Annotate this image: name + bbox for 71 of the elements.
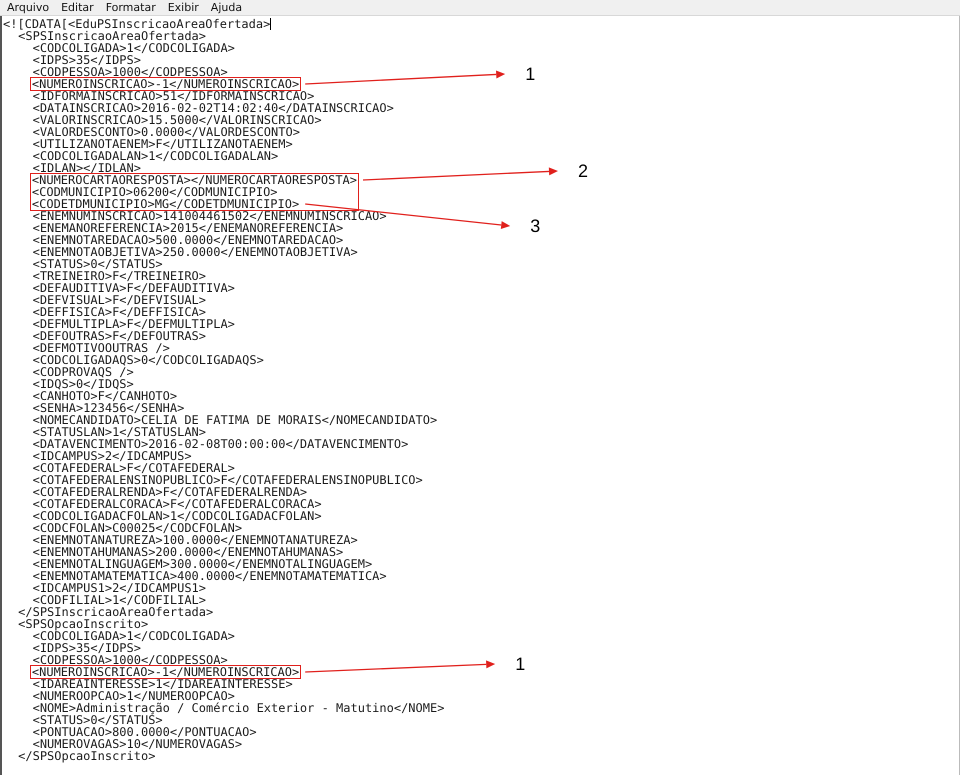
callout-number: 1 [515, 655, 526, 673]
code-line: <IDPS>35</IDPS> [32, 642, 141, 654]
code-line: <CODPESSOA>1000</CODPESSOA> [32, 66, 228, 78]
code-line: <SPSInscricaoAreaOfertada> [18, 30, 206, 42]
menu-item[interactable]: Editar [57, 0, 102, 15]
code-line: <CODCOLIGADALAN>1</CODCOLIGADALAN> [32, 150, 278, 162]
code-line: <NUMEROOPCAO>1</NUMEROOPCAO> [32, 690, 235, 702]
code-line: <IDQS>0</IDQS> [32, 378, 134, 390]
code-line: <IDLAN></IDLAN> [32, 162, 141, 174]
code-line: <DEFOUTRAS>F</DEFOUTRAS> [32, 330, 206, 342]
code-line: <IDPS>35</IDPS> [32, 54, 141, 66]
code-line: <CODCOLIGADA>1</CODCOLIGADA> [32, 630, 235, 642]
code-line: <DEFMOTIVOOUTRAS /> [32, 342, 170, 354]
menu-item[interactable]: Ajuda [206, 0, 250, 15]
code-line: <ENEMNOTALINGUAGEM>300.0000</ENEMNOTALINGUAGEM> [32, 558, 372, 570]
code-line: </SPSOpcaoInscrito> [18, 750, 156, 762]
callout-number: 1 [525, 65, 536, 83]
code-line: <IDFORMAINSCRICAO>51</IDFORMAINSCRICAO> [32, 90, 314, 102]
code-line: <CODPESSOA>1000</CODPESSOA> [32, 654, 228, 666]
code-line: <ENEMNOTAHUMANAS>200.0000</ENEMNOTAHUMANAS> [32, 546, 344, 558]
code-line: <DEFAUDITIVA>F</DEFAUDITIVA> [32, 282, 235, 294]
code-line: <NUMEROCARTAORESPOSTA></NUMEROCARTAORESPOSTA> [32, 174, 357, 186]
code-line: <VALORINSCRICAO>15.5000</VALORINSCRICAO> [32, 114, 322, 126]
code-line: <COTAFEDERALRENDA>F</COTAFEDERALRENDA> [32, 486, 308, 498]
code-line: <ENEMNOTAOBJETIVA>250.0000</ENEMNOTAOBJETIVA> [32, 246, 358, 258]
code-line: <CANHOTO>F</CANHOTO> [32, 390, 178, 402]
code-line: </SPSInscricaoAreaOfertada> [18, 606, 214, 618]
code-line: <DEFFISICA>F</DEFFISICA> [32, 306, 206, 318]
code-line: <NOMECANDIDATO>CELIA DE FATIMA DE MORAIS</NOMECANDIDATO> [32, 414, 438, 426]
code-line: <ENEMANOREFERENCIA>2015</ENEMANOREFERENCIA> [32, 222, 344, 234]
code-line: <DEFVISUAL>F</DEFVISUAL> [32, 294, 206, 306]
code-line: <COTAFEDERALCORACA>F</COTAFEDERALCORACA> [32, 498, 322, 510]
code-line: <CODMUNICIPIO>06200</CODMUNICIPIO> [32, 186, 278, 198]
code-line: <IDCAMPUS1>2</IDCAMPUS1> [32, 582, 206, 594]
code-line: <ENEMNOTAREDACAO>500.0000</ENEMNOTAREDACAO> [32, 234, 344, 246]
code-line: <PONTUACAO>800.0000</PONTUACAO> [32, 726, 257, 738]
code-line: <CODETDMUNICIPIO>MG</CODETDMUNICIPIO> [32, 198, 300, 210]
menu-item[interactable]: Formatar [102, 0, 164, 15]
code-line: <CODCOLIGADACFOLAN>1</CODCOLIGADACFOLAN> [32, 510, 322, 522]
code-line: <NUMEROVAGAS>10</NUMEROVAGAS> [32, 738, 242, 750]
menu-item[interactable]: Exibir [164, 0, 207, 15]
callout-number: 2 [578, 162, 588, 180]
code-line: <DATAINSCRICAO>2016-02-02T14:02:40</DATAINSCRICAO> [32, 102, 394, 114]
code-line: <![CDATA[<EduPSInscricaoAreaOfertada> [3, 18, 270, 30]
code-line: <NUMEROINSCRICAO>-1</NUMEROINSCRICAO> [32, 78, 300, 90]
code-line: <TREINEIRO>F</TREINEIRO> [32, 270, 206, 282]
code-line: <CODCFOLAN>C00025</CODCFOLAN> [32, 522, 242, 534]
code-line: <ENEMNOTAMATEMATICA>400.0000</ENEMNOTAMATEMATICA> [32, 570, 387, 582]
code-line: <DATAVENCIMENTO>2016-02-08T00:00:00</DATAVENCIMENTO> [32, 438, 408, 450]
menu-item[interactable]: Arquivo [3, 0, 58, 15]
code-line: <UTILIZANOTAENEM>F</UTILIZANOTAENEM> [32, 138, 293, 150]
callout-number: 3 [530, 217, 540, 235]
code-line: <ENEMNUMINSCRICAO>141004461502</ENEMNUMINSCRICAO> [32, 210, 387, 222]
code-line: <CODCOLIGADA>1</CODCOLIGADA> [32, 42, 235, 54]
code-line: <STATUSLAN>1</STATUSLAN> [32, 426, 206, 438]
code-line: <CODFILIAL>1</CODFILIAL> [32, 594, 206, 606]
code-line: <NUMEROINSCRICAO>-1</NUMEROINSCRICAO> [32, 666, 300, 678]
code-line: <STATUS>0</STATUS> [32, 714, 163, 726]
code-line: <IDAREAINTERESSE>1</IDAREAINTERESSE> [32, 678, 293, 690]
code-line: <CODPROVAQS /> [32, 366, 134, 378]
code-line: <IDCAMPUS>2</IDCAMPUS> [32, 450, 192, 462]
code-line: <NOME>Administração / Comércio Exterior - Matutino</NOME> [32, 702, 444, 714]
code-line: <COTAFEDERAL>F</COTAFEDERAL> [32, 462, 235, 474]
code-line: <DEFMULTIPLA>F</DEFMULTIPLA> [32, 318, 235, 330]
code-line: <ENEMNOTANATUREZA>100.0000</ENEMNOTANATUREZA> [32, 534, 358, 546]
code-line: <CODCOLIGADAQS>0</CODCOLIGADAQS> [32, 354, 264, 366]
code-line: <SENHA>123456</SENHA> [32, 402, 184, 414]
code-line: <COTAFEDERALENSINOPUBLICO>F</COTAFEDERALENSINOPUBLICO> [32, 474, 423, 486]
code-line: <STATUS>0</STATUS> [32, 258, 163, 270]
code-line: <SPSOpcaoInscrito> [18, 618, 148, 630]
code-line: <VALORDESCONTO>0.0000</VALORDESCONTO> [32, 126, 300, 138]
